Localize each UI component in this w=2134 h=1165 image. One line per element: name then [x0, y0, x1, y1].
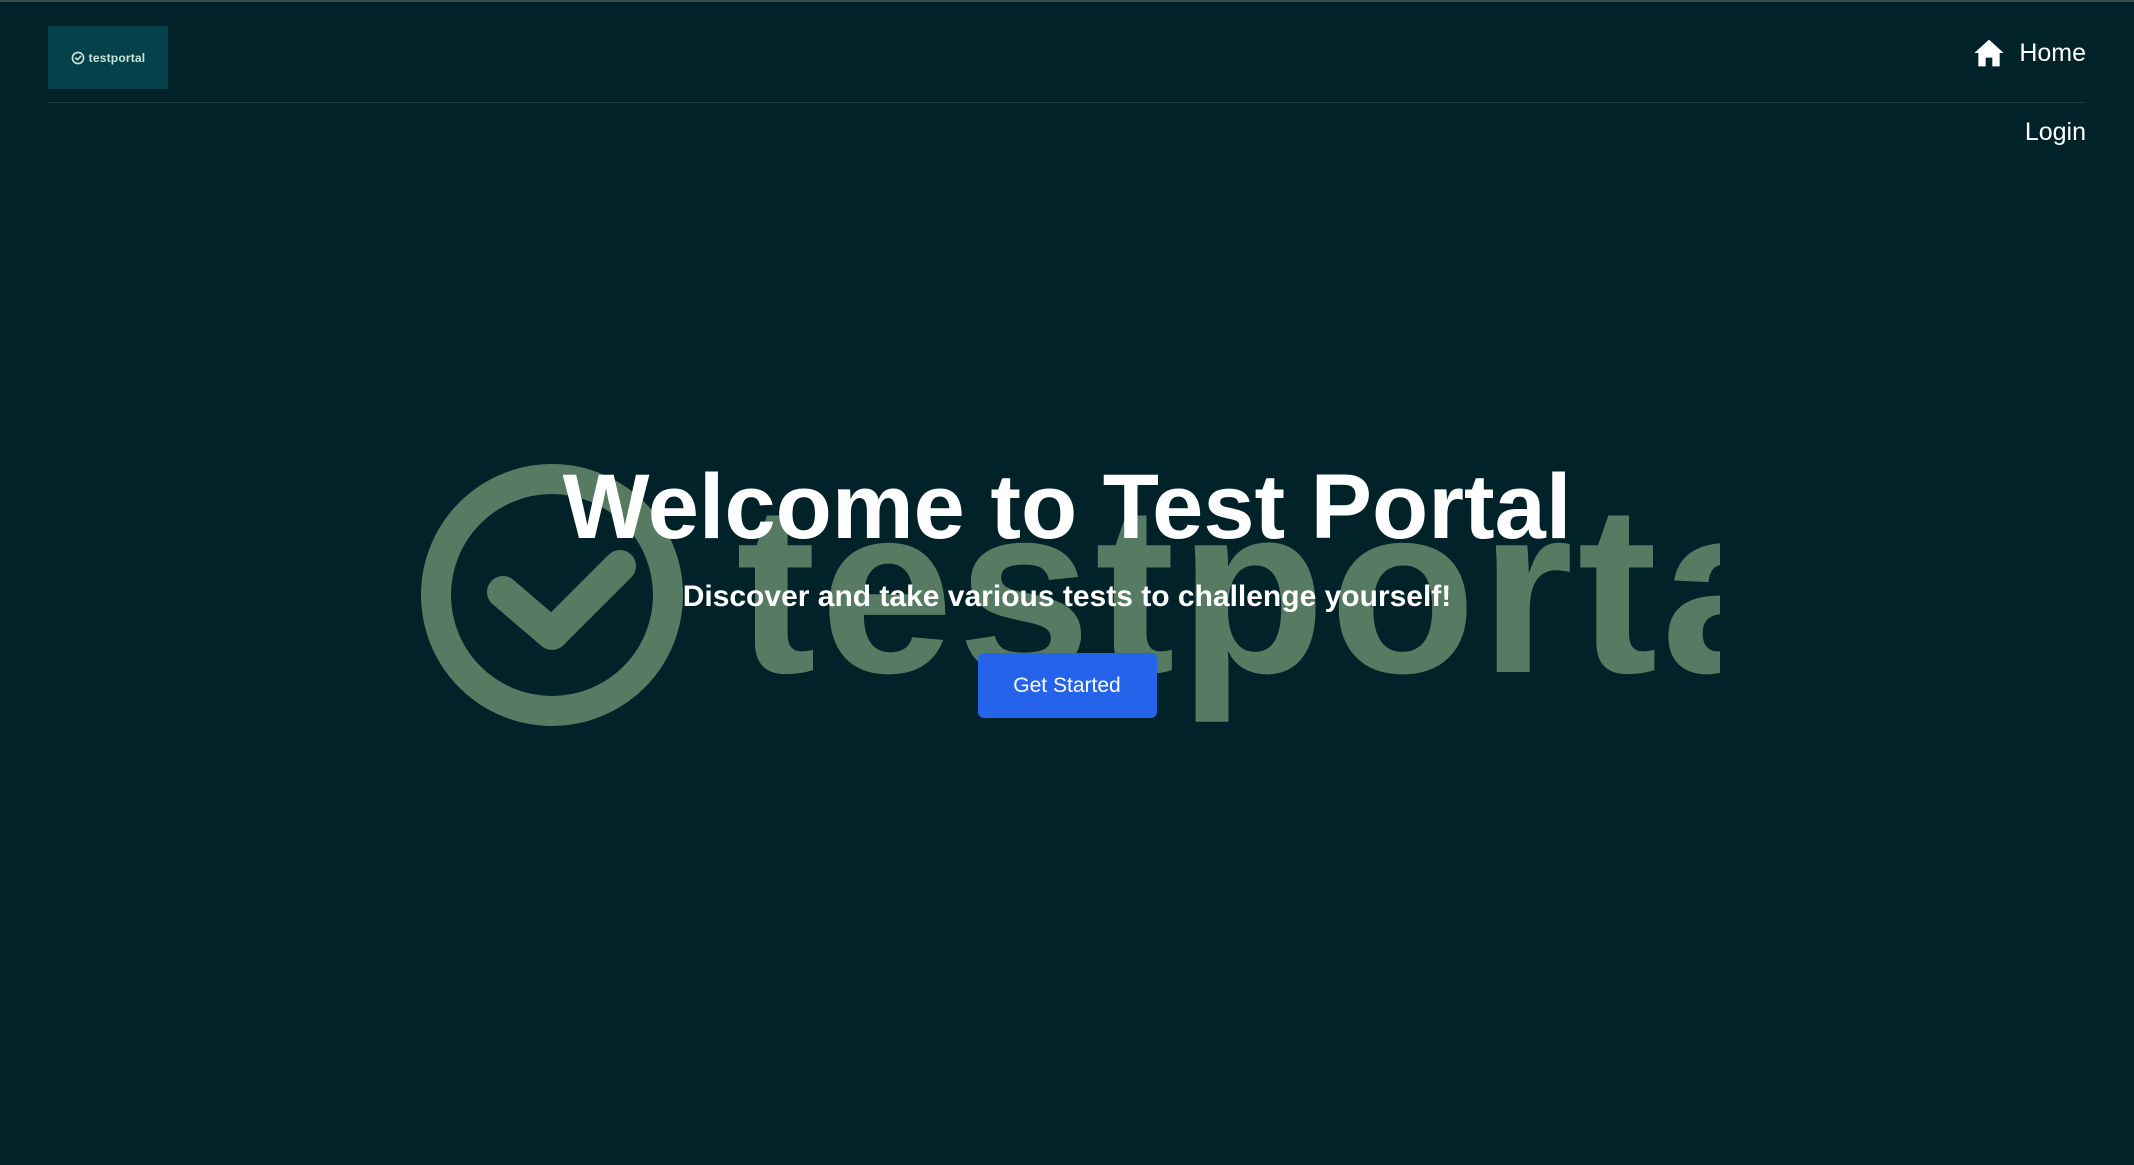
logo-check-icon — [71, 51, 85, 64]
nav-home-link[interactable]: Home — [1973, 38, 2086, 68]
hero-title: Welcome to Test Portal — [562, 456, 1572, 558]
get-started-button[interactable]: Get Started — [977, 653, 1157, 718]
brand-logo[interactable]: testportal — [48, 26, 168, 89]
nav-login-link[interactable]: Login — [2025, 118, 2086, 147]
nav-home-label: Home — [2019, 38, 2086, 67]
hero-section: Welcome to Test Portal Discover and take… — [0, 455, 2134, 718]
logo-text: testportal — [88, 50, 146, 65]
hero-subtitle: Discover and take various tests to chall… — [682, 580, 1452, 613]
home-icon — [1974, 39, 2004, 67]
top-navbar: testportal Home — [48, 0, 2086, 103]
